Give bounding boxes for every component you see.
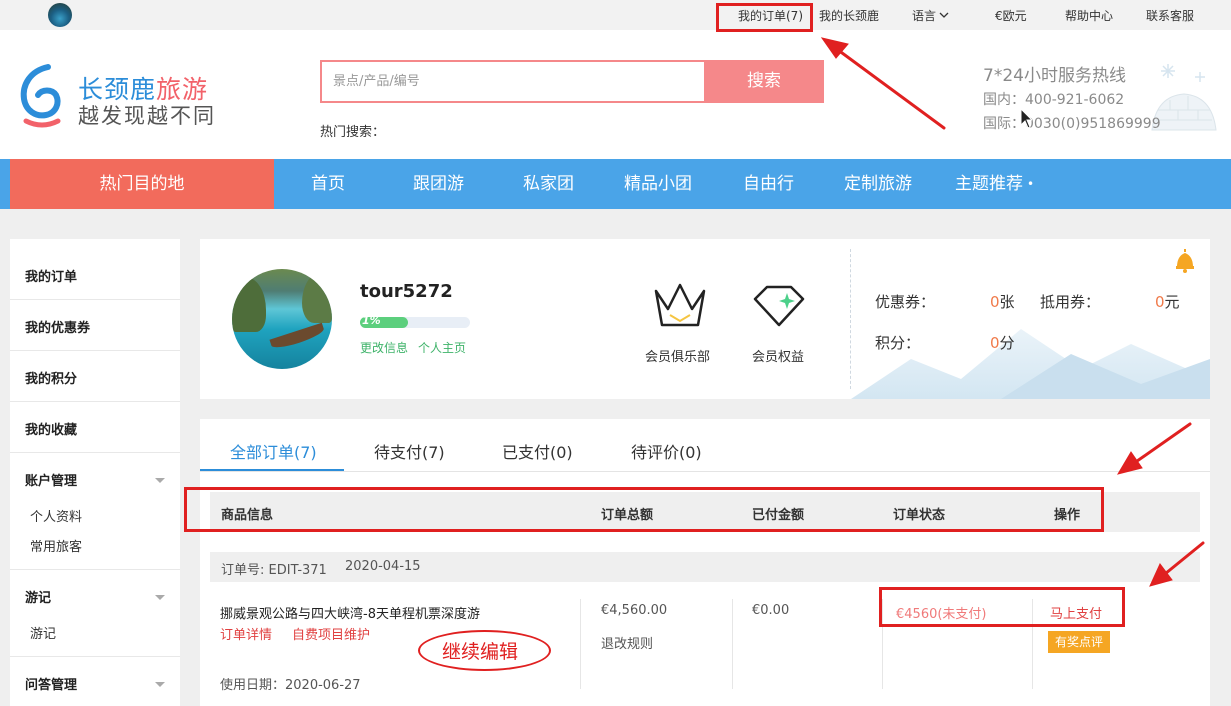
username: tour5272	[360, 281, 453, 302]
tab-divider	[200, 471, 1210, 472]
search-input[interactable]: 景点/产品/编号	[320, 60, 704, 103]
product-title[interactable]: 挪威景观公路与四大峡湾-8天单程机票深度游	[220, 603, 480, 622]
chevron-down-icon	[939, 12, 949, 18]
main-nav: 热门目的地 首页 跟团游 私家团 精品小团 自由行 定制旅游 主题推荐 •	[0, 159, 1231, 209]
annotation-box-my-orders	[716, 3, 813, 32]
themes-dot-icon: •	[1027, 177, 1035, 191]
annotation-box-status-action	[879, 587, 1125, 627]
top-link-language[interactable]: 语言	[912, 7, 936, 24]
points-label: 积分：	[875, 334, 921, 352]
profile-card: tour5272 1% 更改信息 个人主页 会员俱乐部 会员权益 优惠券： 0张…	[200, 239, 1210, 399]
annotation-box-table-header	[184, 487, 1104, 532]
nav-item-private-tour[interactable]: 私家团	[523, 159, 574, 209]
site-header: 长颈鹿旅游 越发现越不同 景点/产品/编号 搜索 热门搜索： 7*24小时服务热…	[0, 30, 1231, 159]
refund-rules-link[interactable]: 退改规则	[601, 633, 653, 652]
hot-search-label: 热门搜索：	[320, 125, 386, 140]
top-link-service[interactable]: 联系客服	[1146, 7, 1194, 24]
orders-panel: 全部订单(7) 待支付(7) 已支付(0) 待评价(0) 商品信息 订单总额 已…	[200, 419, 1210, 706]
sidebar-item-qa[interactable]: 问答管理	[25, 674, 77, 693]
sidebar-item-my-orders[interactable]: 我的订单	[25, 266, 77, 285]
hotline-title: 7*24小时服务热线	[983, 66, 1126, 86]
self-pay-items-link[interactable]: 自费项目维护	[292, 624, 370, 643]
bell-icon[interactable]	[1174, 247, 1196, 273]
level-badge: 1%	[362, 314, 381, 327]
user-avatar-small[interactable]	[48, 3, 72, 27]
giraffe-logo-icon[interactable]	[18, 63, 66, 129]
sidebar-item-my-points[interactable]: 我的积分	[25, 368, 77, 387]
edit-info-link[interactable]: 更改信息	[360, 339, 408, 356]
order-row-header: 订单号: EDIT-371 2020-04-15	[210, 552, 1200, 582]
order-total: €4,560.00	[601, 603, 668, 618]
hotline-international: 国际：0030(0)951869999	[983, 116, 1161, 132]
avatar[interactable]	[232, 269, 332, 369]
nav-item-group-tour[interactable]: 跟团游	[413, 159, 464, 209]
use-date: 使用日期：2020-06-27	[220, 678, 361, 693]
review-button[interactable]: 有奖点评	[1048, 631, 1110, 653]
sidebar-divider	[10, 299, 180, 300]
nav-item-themes[interactable]: 主题推荐	[955, 159, 1023, 209]
coupon-value[interactable]: 0张	[990, 291, 1015, 312]
points-value[interactable]: 0分	[990, 332, 1015, 353]
home-page-link[interactable]: 个人主页	[418, 339, 466, 356]
nav-item-home[interactable]: 首页	[311, 159, 345, 209]
sidebar-divider	[10, 656, 180, 657]
sidebar-divider	[10, 452, 180, 453]
sidebar-item-my-favorites[interactable]: 我的收藏	[25, 419, 77, 438]
tab-pending-review[interactable]: 待评价(0)	[631, 439, 702, 463]
sidebar-item-account[interactable]: 账户管理	[25, 470, 77, 489]
crown-icon[interactable]	[652, 279, 708, 329]
sidebar-item-travel-notes[interactable]: 游记	[25, 587, 51, 606]
sidebar-divider	[10, 350, 180, 351]
sidebar-item-travelers[interactable]: 常用旅客	[30, 536, 82, 555]
sidebar-divider	[10, 569, 180, 570]
sidebar: 我的订单 我的优惠券 我的积分 我的收藏 账户管理 个人资料 常用旅客 游记 游…	[10, 239, 180, 706]
cell-divider	[580, 599, 581, 689]
search-button[interactable]: 搜索	[704, 60, 824, 103]
nav-item-small-group[interactable]: 精品小团	[624, 159, 692, 209]
mountains-decoration	[851, 329, 1210, 399]
cursor-icon	[1020, 108, 1032, 129]
qa-chevron-down-icon[interactable]	[155, 682, 165, 687]
hotline-domestic: 国内：400-921-6062	[983, 92, 1125, 108]
voucher-value[interactable]: 0元	[1155, 291, 1180, 312]
tab-pending-payment[interactable]: 待支付(7)	[374, 439, 445, 463]
order-number: 订单号: EDIT-371	[221, 563, 327, 578]
sidebar-item-my-coupons[interactable]: 我的优惠券	[25, 317, 90, 336]
sidebar-item-notes[interactable]: 游记	[30, 623, 56, 642]
voucher-label: 抵用券：	[1040, 293, 1101, 311]
top-link-my-giraffe[interactable]: 我的长颈鹿	[819, 7, 879, 24]
account-chevron-down-icon[interactable]	[155, 478, 165, 483]
top-link-help[interactable]: 帮助中心	[1065, 7, 1113, 24]
continue-edit-annotation: 继续编辑	[442, 641, 519, 663]
top-link-currency[interactable]: €欧元	[995, 7, 1027, 24]
order-date: 2020-04-15	[345, 559, 421, 574]
notes-chevron-down-icon[interactable]	[155, 595, 165, 600]
logo-slogan: 越发现越不同	[78, 104, 216, 128]
member-club-label[interactable]: 会员俱乐部	[645, 346, 710, 365]
tab-all-orders[interactable]: 全部订单(7)	[230, 439, 317, 463]
coupon-label: 优惠券：	[875, 293, 936, 311]
tab-paid[interactable]: 已支付(0)	[502, 439, 573, 463]
nav-item-custom-travel[interactable]: 定制旅游	[844, 159, 912, 209]
paid-amount: €0.00	[752, 603, 790, 618]
nav-item-free-travel[interactable]: 自由行	[743, 159, 794, 209]
sidebar-item-profile[interactable]: 个人资料	[30, 506, 82, 525]
top-bar: 我的订单(7) 我的长颈鹿 语言 €欧元 帮助中心 联系客服	[0, 0, 1231, 30]
nav-hot-destinations[interactable]: 热门目的地	[10, 159, 274, 209]
diamond-icon[interactable]	[751, 279, 807, 329]
cell-divider	[732, 599, 733, 689]
order-detail-link[interactable]: 订单详情	[220, 624, 272, 643]
member-rights-label[interactable]: 会员权益	[752, 346, 804, 365]
sidebar-divider	[10, 401, 180, 402]
